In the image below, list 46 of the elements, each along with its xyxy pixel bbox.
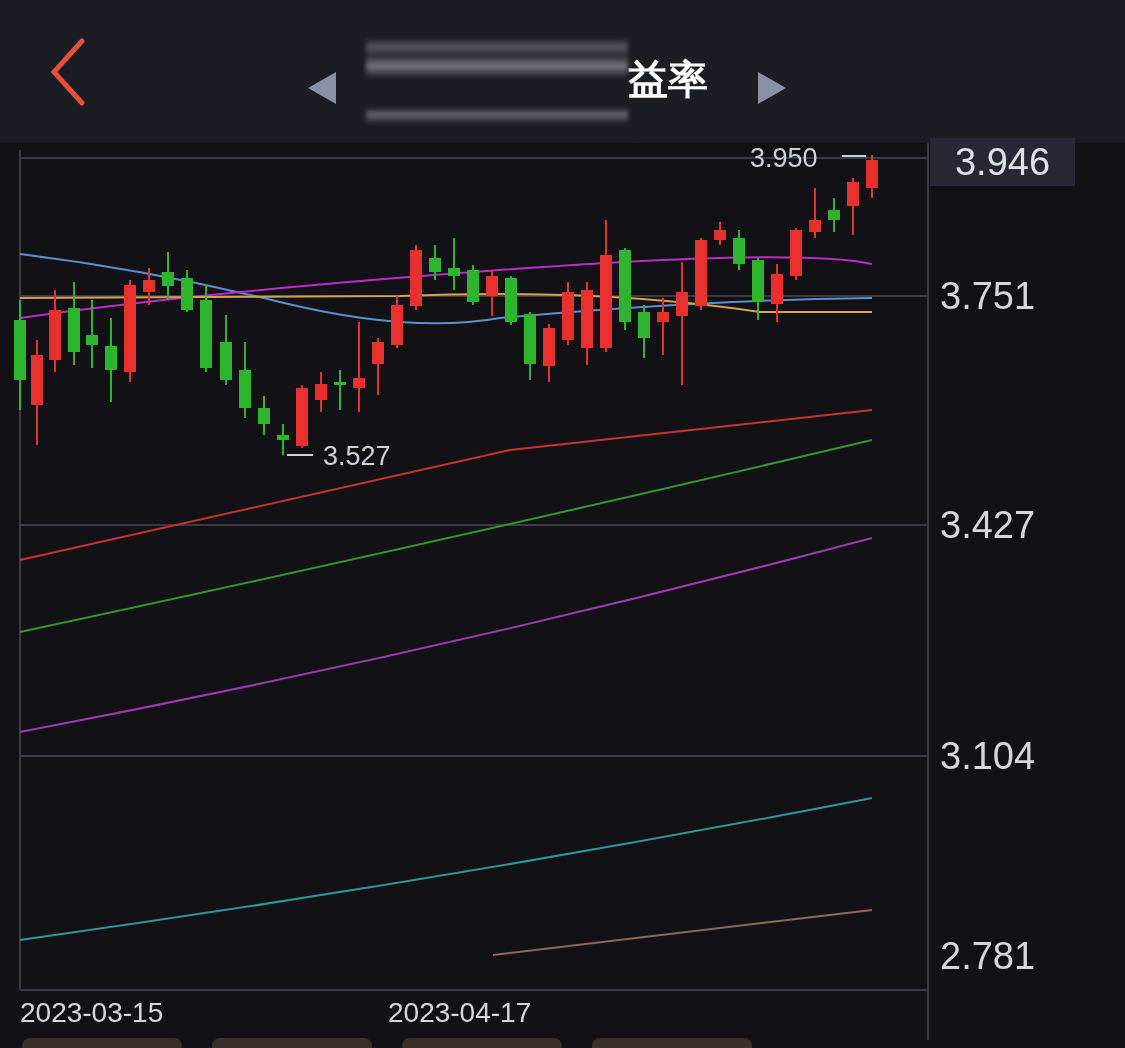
candlestick [296, 384, 308, 449]
candlestick [448, 237, 460, 291]
high-marker-line [841, 155, 867, 157]
candlestick [143, 267, 155, 306]
candlestick [657, 297, 669, 356]
candlestick [505, 275, 517, 326]
candlestick [524, 311, 536, 381]
page-title: 益率 [628, 55, 708, 103]
current-price-label: 3.946 [930, 138, 1075, 186]
candlestick [315, 371, 327, 413]
candlestick [429, 244, 441, 281]
candlestick [543, 323, 555, 383]
low-value-label: 3.527 [323, 441, 391, 472]
y-axis-label: 3.751 [940, 274, 1036, 319]
candlestick [638, 304, 650, 359]
candlestick [162, 251, 174, 301]
candlestick [391, 295, 403, 349]
candlestick [866, 154, 878, 199]
previous-triangle-icon[interactable] [308, 72, 336, 104]
candlestick [790, 227, 802, 281]
candlestick [714, 221, 726, 246]
x-axis-label: 2023-04-17 [388, 997, 532, 1029]
candlestick [847, 177, 859, 236]
candlestick [181, 269, 193, 313]
candlestick [220, 314, 232, 386]
candlestick [86, 299, 98, 369]
candlestick [562, 281, 574, 346]
candlestick [334, 369, 346, 411]
candlestick [486, 269, 498, 317]
next-triangle-icon[interactable] [758, 72, 786, 104]
y-axis-label: 3.427 [940, 503, 1036, 548]
y-axis-label: 3.104 [940, 734, 1036, 779]
candlestick [809, 187, 821, 239]
low-marker-line [286, 454, 314, 456]
y-axis-label: 2.781 [940, 934, 1036, 979]
candlestick [372, 337, 384, 396]
candlestick [771, 263, 783, 323]
candlestick [258, 395, 270, 436]
high-value-label: 3.950 [750, 143, 818, 174]
candlestick [467, 264, 479, 306]
candlestick [733, 229, 745, 271]
x-axis-label: 2023-03-15 [20, 997, 164, 1029]
candlestick [828, 197, 840, 233]
candlestick [410, 244, 422, 311]
candlestick [277, 423, 289, 456]
candlestick [752, 257, 764, 321]
